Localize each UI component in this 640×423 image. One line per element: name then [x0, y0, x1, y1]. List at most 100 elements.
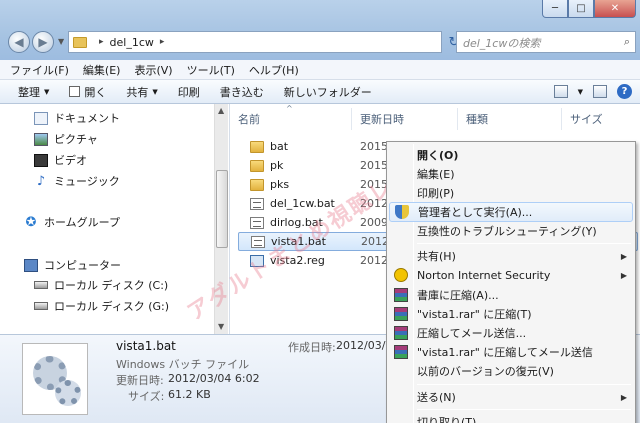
menu-item-restore-previous-versions[interactable]: 以前のバージョンの復元(V)	[389, 361, 633, 381]
winrar-icon	[394, 345, 408, 359]
file-date: 2012	[361, 235, 389, 248]
menu-item-send-to[interactable]: 送る(N) ▶	[389, 387, 633, 407]
menu-file[interactable]: ファイル(F)	[10, 62, 69, 78]
menu-separator	[417, 384, 631, 385]
menu-item-label: 印刷(P)	[417, 187, 455, 200]
nav-item-label: ローカル ディスク (C:)	[54, 279, 169, 292]
menu-item-norton[interactable]: Norton Internet Security ▶	[389, 265, 633, 285]
batch-file-icon	[250, 216, 264, 229]
breadcrumb-current-folder[interactable]: del_1cw	[110, 36, 154, 49]
search-placeholder: del_1cwの検索	[463, 37, 541, 50]
menu-item-share[interactable]: 共有(H) ▶	[389, 246, 633, 266]
breadcrumb-chevron-icon[interactable]: ▸	[99, 37, 104, 47]
help-icon[interactable]: ?	[617, 84, 632, 99]
print-button[interactable]: 印刷	[178, 84, 200, 100]
disk-icon	[34, 281, 48, 289]
submenu-arrow-icon: ▶	[620, 392, 627, 402]
menu-separator	[417, 409, 631, 410]
column-header-type[interactable]: 種類	[458, 108, 562, 130]
organize-label: 整理	[18, 85, 40, 99]
menu-bar: ファイル(F) 編集(E) 表示(V) ツール(T) ヘルプ(H)	[0, 60, 640, 80]
picture-icon	[34, 132, 48, 146]
scroll-down-icon[interactable]: ▼	[218, 322, 224, 331]
search-icon[interactable]: ⌕	[624, 35, 630, 49]
forward-button[interactable]: ▶	[32, 31, 54, 53]
column-type-label: 種類	[466, 113, 488, 126]
details-created-label: 作成日時:	[288, 341, 336, 354]
organize-button[interactable]: 整理 ▼	[18, 84, 49, 100]
details-filetype: Windows バッチ ファイル	[116, 358, 250, 371]
file-name: pk	[270, 159, 284, 172]
nav-item-label: ローカル ディスク (G:)	[54, 300, 170, 313]
menu-tools[interactable]: ツール(T)	[187, 62, 235, 78]
window-controls: ─ □ ✕	[542, 0, 636, 18]
nav-item-disk-c[interactable]: ローカル ディスク (C:)	[34, 277, 168, 293]
scrollbar-thumb[interactable]	[216, 170, 228, 248]
menu-item-edit[interactable]: 編集(E)	[389, 164, 633, 184]
open-button[interactable]: 開く	[69, 84, 106, 100]
menu-item-troubleshoot-compatibility[interactable]: 互換性のトラブルシューティング(Y)	[389, 221, 633, 241]
nav-item-computer[interactable]: コンピューター	[24, 257, 121, 273]
share-label: 共有	[126, 85, 149, 99]
menu-item-label: 以前のバージョンの復元(V)	[417, 365, 554, 378]
command-bar: 整理 ▼ 開く 共有 ▼ 印刷 書き込む 新しいフォルダー ▼ ?	[0, 80, 640, 104]
document-icon	[34, 111, 48, 125]
menu-help[interactable]: ヘルプ(H)	[249, 62, 299, 78]
scroll-up-icon[interactable]: ▲	[218, 106, 224, 115]
nav-item-documents[interactable]: ドキュメント	[34, 110, 120, 126]
batch-file-large-icon	[22, 343, 88, 415]
new-folder-button[interactable]: 新しいフォルダー	[284, 84, 372, 100]
forward-arrow-icon: ▶	[38, 35, 48, 49]
file-name: pks	[270, 178, 290, 191]
nav-item-homegroup[interactable]: ✪ ホームグループ	[24, 214, 120, 230]
preview-pane-icon[interactable]	[593, 85, 607, 98]
address-bar[interactable]: ▸ del_1cw ▸	[68, 31, 442, 53]
menu-item-print[interactable]: 印刷(P)	[389, 183, 633, 203]
context-menu: 開く(O) 編集(E) 印刷(P) 管理者として実行(A)... 互換性のトラブ…	[386, 141, 636, 423]
menu-item-add-to-rar[interactable]: "vista1.rar" に圧縮(T)	[389, 304, 633, 324]
submenu-arrow-icon: ▶	[620, 251, 627, 261]
menu-item-cut[interactable]: 切り取り(T)	[389, 412, 633, 423]
folder-icon	[250, 178, 264, 191]
menu-item-run-as-admin[interactable]: 管理者として実行(A)...	[389, 202, 633, 222]
video-icon	[34, 153, 48, 167]
menu-edit[interactable]: 編集(E)	[83, 62, 121, 78]
nav-item-music[interactable]: ♪ ミュージック	[34, 173, 120, 189]
gear-icon	[55, 380, 81, 406]
view-controls: ▼ ?	[553, 84, 632, 99]
folder-icon	[250, 140, 264, 153]
recent-pages-dropdown[interactable]: ▼	[58, 37, 64, 46]
maximize-button[interactable]: □	[568, 0, 594, 18]
minimize-button[interactable]: ─	[542, 0, 568, 18]
menu-item-open[interactable]: 開く(O)	[389, 145, 633, 165]
nav-item-videos[interactable]: ビデオ	[34, 152, 87, 168]
details-modified-label: 更新日時:	[116, 374, 164, 387]
nav-item-pictures[interactable]: ピクチャ	[34, 131, 98, 147]
search-input[interactable]: del_1cwの検索 ⌕	[456, 31, 636, 53]
menu-item-label: 編集(E)	[417, 168, 455, 181]
column-size-label: サイズ	[570, 113, 603, 126]
back-button[interactable]: ◀	[8, 31, 30, 53]
breadcrumb-chevron-icon[interactable]: ▸	[160, 37, 165, 47]
menu-item-add-to-archive[interactable]: 書庫に圧縮(A)...	[389, 285, 633, 305]
view-dropdown-icon[interactable]: ▼	[578, 88, 583, 96]
change-view-icon[interactable]	[553, 85, 568, 98]
details-modified-value: 2012/03/04 6:02	[168, 372, 260, 385]
nav-item-label: ピクチャ	[54, 133, 98, 146]
share-button[interactable]: 共有 ▼	[126, 84, 157, 100]
column-header-date[interactable]: 更新日時	[352, 108, 458, 130]
menu-item-rar-and-email[interactable]: "vista1.rar" に圧縮してメール送信	[389, 342, 633, 362]
music-icon: ♪	[36, 173, 46, 189]
details-size-value: 61.2 KB	[168, 388, 211, 401]
nav-item-label: コンピューター	[44, 259, 121, 272]
submenu-arrow-icon: ▶	[620, 270, 627, 280]
menu-view[interactable]: 表示(V)	[134, 62, 172, 78]
nav-item-disk-g[interactable]: ローカル ディスク (G:)	[34, 298, 169, 314]
menu-item-label: 送る(N)	[417, 391, 456, 404]
file-date: 2012	[360, 254, 388, 267]
burn-button[interactable]: 書き込む	[220, 84, 264, 100]
nav-item-label: ドキュメント	[54, 112, 120, 125]
menu-item-compress-and-email[interactable]: 圧縮してメール送信...	[389, 323, 633, 343]
close-button[interactable]: ✕	[594, 0, 636, 18]
column-header-size[interactable]: サイズ	[562, 108, 640, 130]
